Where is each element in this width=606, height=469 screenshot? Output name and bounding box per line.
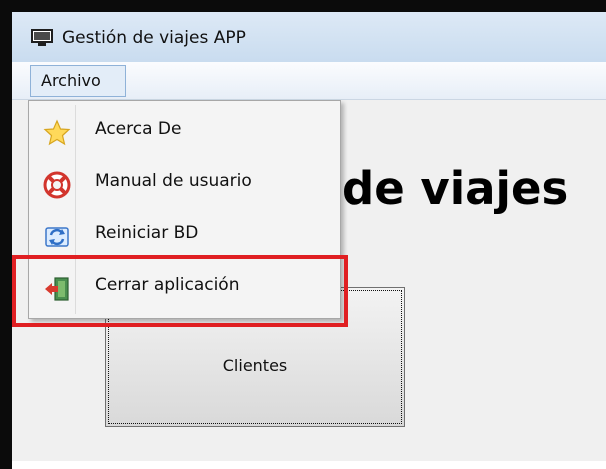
top-border xyxy=(0,0,606,12)
menu-archivo-label: Archivo xyxy=(41,71,101,90)
window-title: Gestión de viajes APP xyxy=(62,28,246,48)
clientes-button-label: Clientes xyxy=(222,356,288,375)
highlight-box xyxy=(12,255,348,327)
menu-item-manual-de-usuario[interactable]: Manual de usuario xyxy=(29,161,342,207)
app-monitor-icon xyxy=(31,29,53,46)
app-window: Gestión de viajes APP Archivo de viajes … xyxy=(12,12,606,461)
main-heading: de viajes xyxy=(342,162,569,215)
title-bar: Gestión de viajes APP xyxy=(12,12,606,62)
left-border xyxy=(0,0,12,469)
menu-archivo[interactable]: Archivo xyxy=(30,65,126,97)
menu-item-label: Manual de usuario xyxy=(95,171,252,191)
lifebuoy-icon xyxy=(43,171,71,199)
refresh-icon xyxy=(45,227,69,247)
menu-item-label: Reiniciar BD xyxy=(95,223,199,243)
star-icon xyxy=(43,119,71,146)
menu-item-label: Acerca De xyxy=(95,119,182,139)
menu-item-acerca-de[interactable]: Acerca De xyxy=(29,109,342,155)
menu-item-reiniciar-bd[interactable]: Reiniciar BD xyxy=(29,213,342,259)
